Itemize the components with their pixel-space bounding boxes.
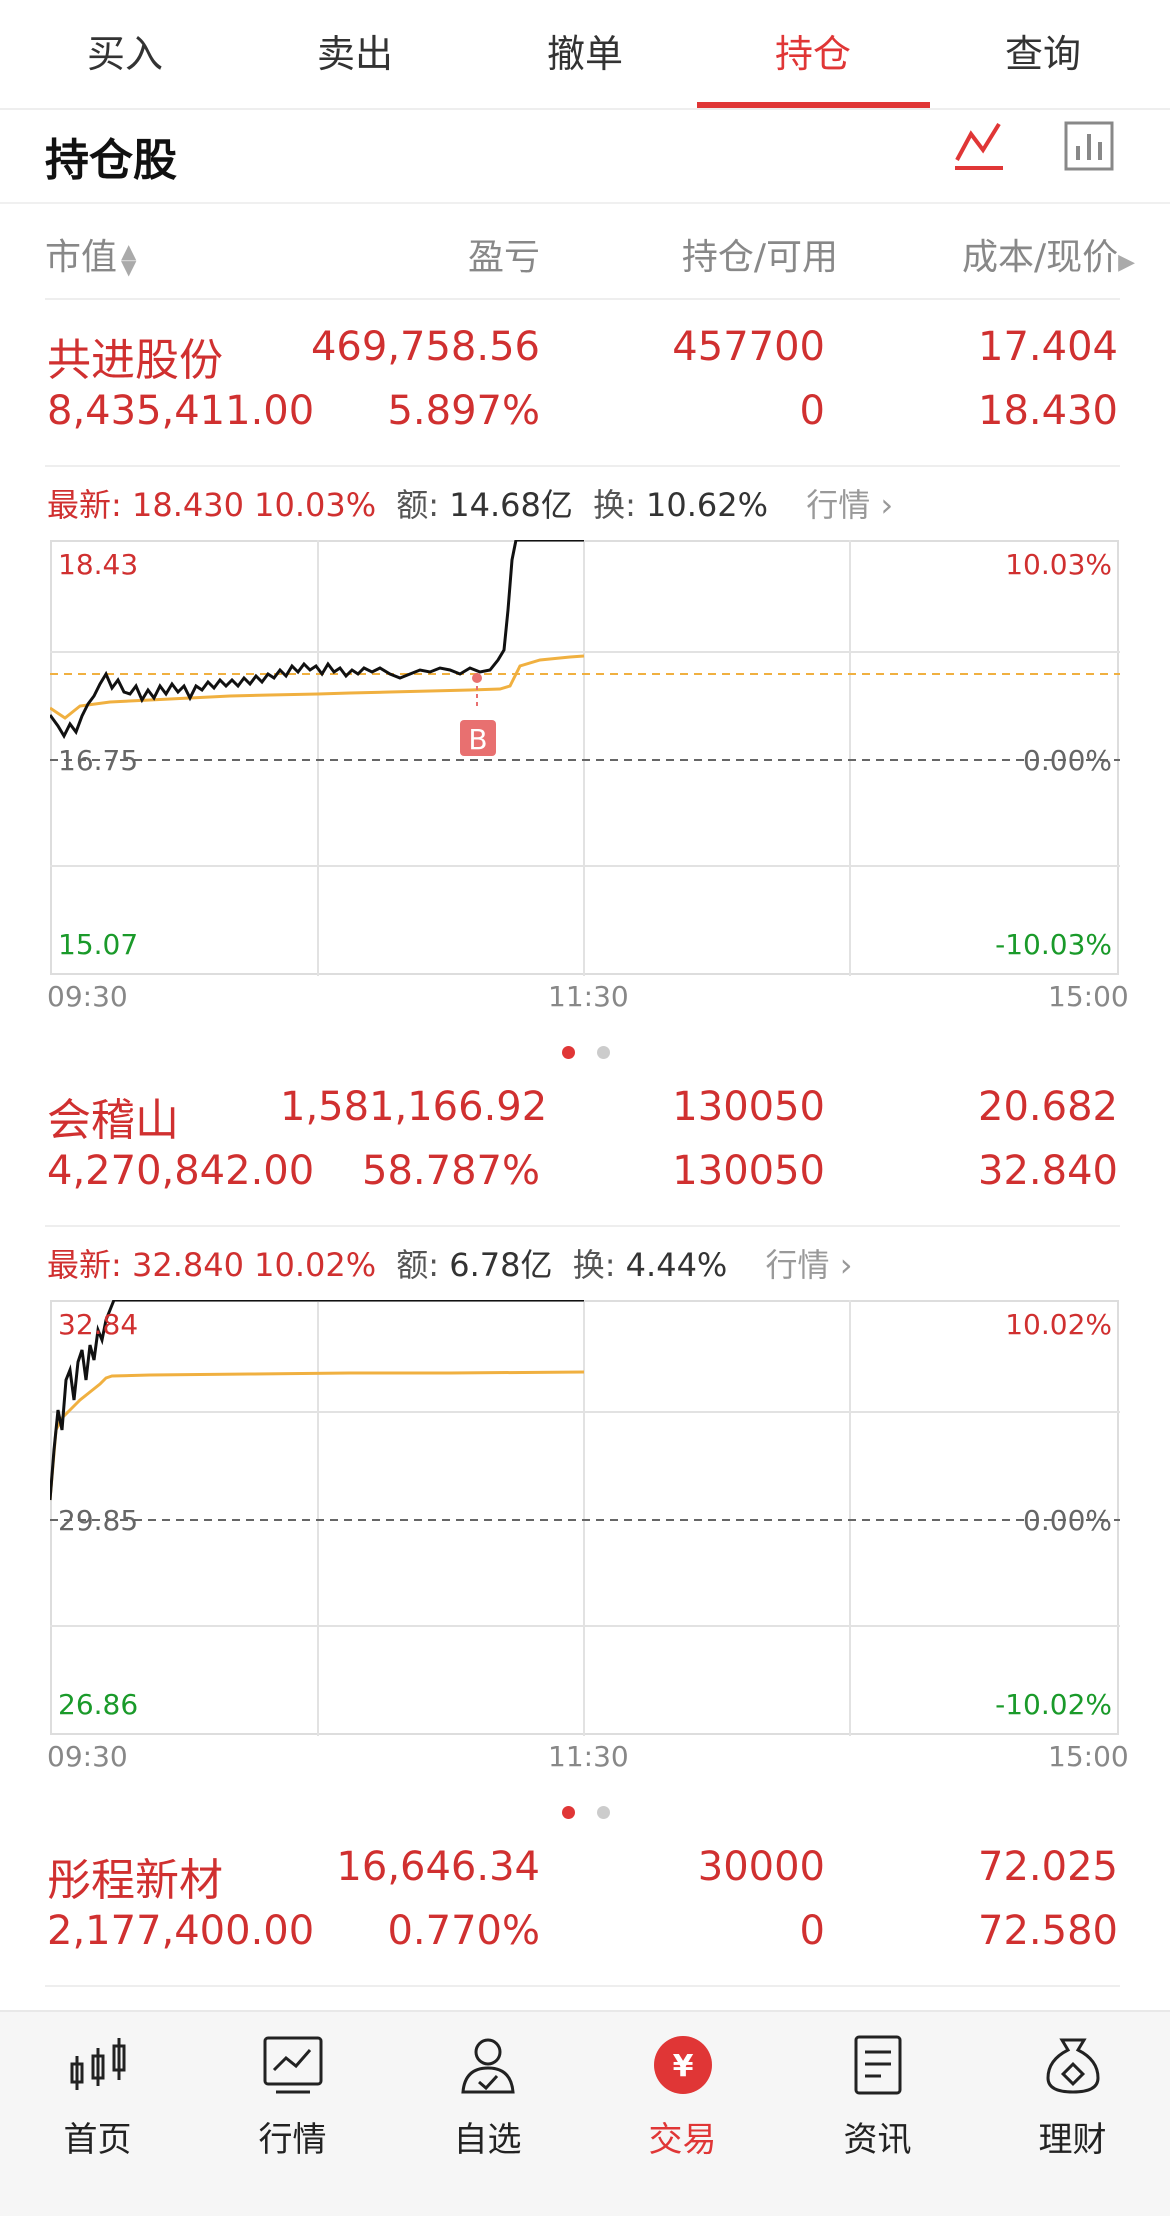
divider — [45, 465, 1120, 467]
time-label-noon: 11:30 — [548, 1740, 629, 1773]
time-label-close: 15:00 — [1048, 980, 1129, 1013]
position-qty: 130050 — [672, 1084, 825, 1130]
column-cost-price[interactable]: 成本/现价▶ — [860, 228, 1135, 280]
cost-price: 72.025 — [978, 1844, 1118, 1890]
trend-chart-icon — [263, 2036, 323, 2094]
tab-sell[interactable]: 卖出 — [240, 0, 470, 108]
current-price: 18.430 — [978, 388, 1118, 434]
time-label-open: 09:30 — [47, 1740, 128, 1773]
top-tab-bar: 买入 卖出 撤单 持仓 查询 — [0, 0, 1170, 110]
chart-high-price: 18.43 — [58, 548, 138, 581]
chart-mid-pct: 0.00% — [1023, 1504, 1112, 1537]
pnl-percent: 0.770% — [387, 1908, 540, 1954]
line-chart-icon[interactable] — [953, 120, 1005, 172]
money-bag-icon — [1046, 2038, 1100, 2094]
intraday-chart-gongjin: B 18.43 16.75 15.07 10.03% 0.00% -10.03% — [50, 540, 1120, 976]
time-label-open: 09:30 — [47, 980, 128, 1013]
available-qty: 0 — [799, 388, 825, 434]
chart-high-price: 32.84 — [58, 1308, 138, 1341]
candlestick-icon — [70, 2038, 126, 2090]
time-label-noon: 11:30 — [548, 980, 629, 1013]
svg-text:¥: ¥ — [673, 2049, 694, 2084]
chart-high-pct: 10.03% — [1005, 548, 1112, 581]
position-qty: 30000 — [697, 1844, 825, 1890]
pnl-percent: 5.897% — [387, 388, 540, 434]
available-qty: 0 — [799, 1908, 825, 1954]
active-tab-indicator — [697, 102, 930, 108]
chevron-right-icon: › — [839, 1246, 853, 1284]
chart-low-price: 15.07 — [58, 928, 138, 961]
current-price: 72.580 — [978, 1908, 1118, 1954]
chevron-right-icon: › — [880, 486, 894, 524]
document-icon — [854, 2035, 902, 2095]
chart-prev-close: 29.85 — [58, 1504, 138, 1537]
column-market-value[interactable]: 市值 ▲ ▼ — [45, 228, 136, 280]
nav-wealth[interactable]: 理财 — [975, 2012, 1170, 2216]
chart-high-pct: 10.02% — [1005, 1308, 1112, 1341]
cost-price: 20.682 — [978, 1084, 1118, 1130]
chart-low-pct: -10.03% — [995, 928, 1112, 961]
nav-news[interactable]: 资讯 — [780, 2012, 975, 2216]
time-label-close: 15:00 — [1048, 1740, 1129, 1773]
tab-buy[interactable]: 买入 — [10, 0, 240, 108]
market-value: 2,177,400.00 — [47, 1908, 315, 1954]
position-qty: 457700 — [672, 324, 825, 370]
tab-cancel-order[interactable]: 撤单 — [470, 0, 700, 108]
sort-icon: ▲ ▼ — [121, 239, 137, 279]
nav-watchlist[interactable]: 自选 — [390, 2012, 585, 2216]
pnl-value: 16,646.34 — [336, 1844, 540, 1890]
bar-chart-icon[interactable] — [1063, 120, 1115, 172]
cost-price: 17.404 — [978, 324, 1118, 370]
stock-name: 共进股份 — [47, 335, 223, 386]
column-position[interactable]: 持仓/可用 — [600, 228, 838, 280]
divider — [45, 1985, 1120, 1987]
stock-row-tongcheng[interactable]: 彤程新材 16,646.34 30000 72.025 2,177,400.00… — [0, 1820, 1170, 1985]
page-dot-active[interactable] — [562, 1806, 575, 1819]
pnl-value: 469,758.56 — [310, 324, 540, 370]
pnl-value: 1,581,166.92 — [280, 1084, 548, 1130]
bottom-nav: 首页 行情 自选 ¥ 交易 资讯 理财 — [0, 2010, 1170, 2216]
stock-row-kuaijishan[interactable]: 会稽山 1,581,166.92 130050 20.682 4,270,842… — [0, 1060, 1170, 1225]
chart-prev-close: 16.75 — [58, 744, 138, 777]
pnl-percent: 58.787% — [362, 1148, 540, 1194]
nav-home[interactable]: 首页 — [0, 2012, 195, 2216]
tab-query[interactable]: 查询 — [928, 0, 1158, 108]
market-link[interactable]: 行情 › — [806, 486, 893, 524]
page-dot-active[interactable] — [562, 1046, 575, 1059]
stock-name: 彤程新材 — [47, 1855, 223, 1906]
intraday-chart-kuaijishan: 32.84 29.85 26.86 10.02% 0.00% -10.02% — [50, 1300, 1120, 1736]
chart-low-price: 26.86 — [58, 1688, 138, 1721]
nav-trade[interactable]: ¥ 交易 — [585, 2012, 780, 2216]
tab-positions[interactable]: 持仓 — [698, 0, 928, 108]
latest-quote-bar: 最新: 18.430 10.03% 额: 14.68亿 换: 10.62% 行情… — [47, 486, 894, 524]
stock-row-gongjin[interactable]: 共进股份 469,758.56 457700 17.404 8,435,411.… — [0, 300, 1170, 465]
divider — [45, 1225, 1120, 1227]
latest-quote-bar: 最新: 32.840 10.02% 额: 6.78亿 换: 4.44% 行情 › — [47, 1246, 853, 1284]
svg-text:B: B — [468, 723, 487, 756]
current-price: 32.840 — [978, 1148, 1118, 1194]
column-pnl[interactable]: 盈亏 — [390, 228, 540, 280]
user-check-icon — [461, 2038, 515, 2094]
available-qty: 130050 — [672, 1148, 825, 1194]
page-title: 持仓股 — [45, 135, 177, 186]
chart-low-pct: -10.02% — [995, 1688, 1112, 1721]
market-link[interactable]: 行情 › — [766, 1246, 853, 1284]
page-dot[interactable] — [597, 1046, 610, 1059]
market-value: 8,435,411.00 — [47, 388, 315, 434]
chevron-right-icon: ▶ — [1118, 250, 1135, 275]
nav-market[interactable]: 行情 — [195, 2012, 390, 2216]
yen-icon: ¥ — [654, 2036, 712, 2094]
market-value: 4,270,842.00 — [47, 1148, 315, 1194]
chart-mid-pct: 0.00% — [1023, 744, 1112, 777]
stock-name: 会稽山 — [47, 1095, 179, 1146]
page-dot[interactable] — [597, 1806, 610, 1819]
